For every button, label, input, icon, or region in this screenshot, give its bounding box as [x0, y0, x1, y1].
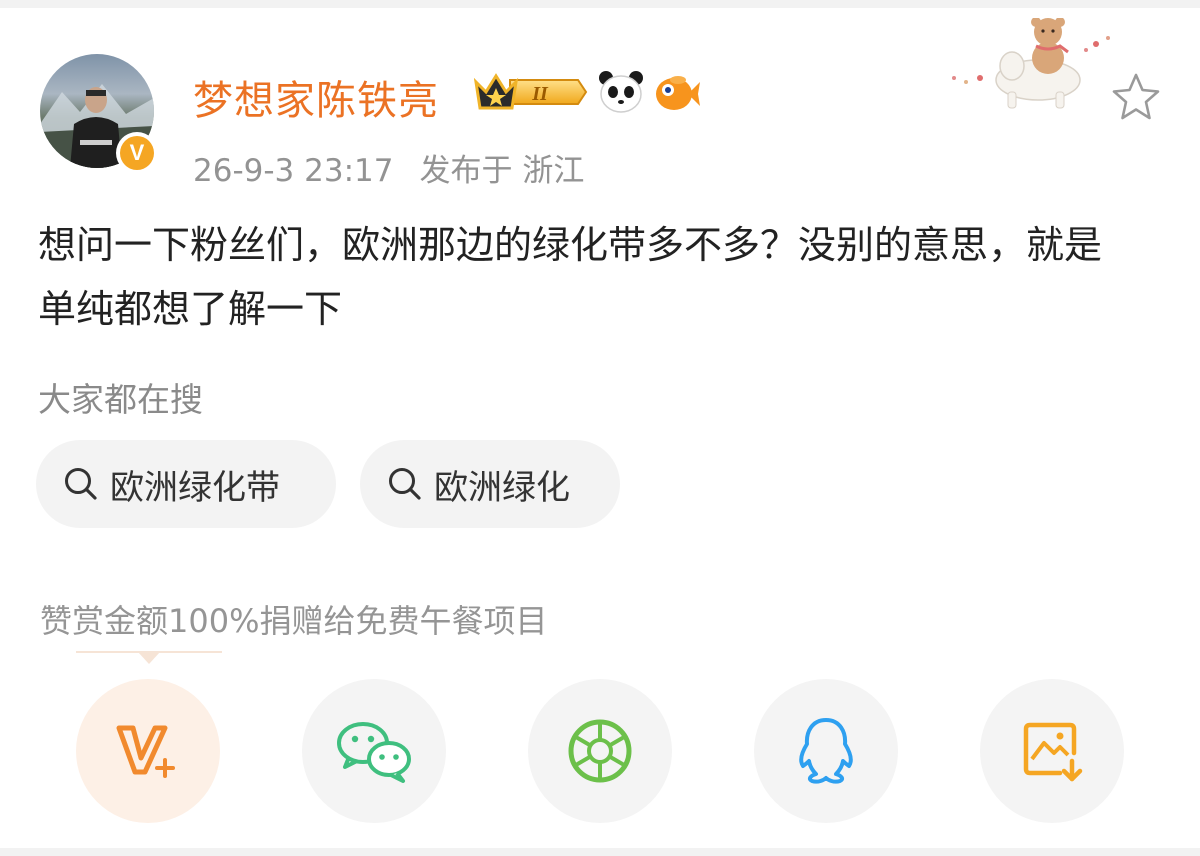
- username[interactable]: 梦想家陈铁亮: [193, 68, 439, 126]
- verified-icon: V: [116, 132, 158, 174]
- fish-emoji-icon: [656, 76, 700, 110]
- panda-emoji-icon: [599, 71, 643, 113]
- donation-tooltip-pointer: [138, 652, 160, 664]
- save-image-icon: [1023, 722, 1083, 782]
- search-icon: [389, 468, 421, 500]
- reward-button[interactable]: [76, 679, 220, 823]
- timestamp: 26-9-3 23:17: [193, 153, 394, 189]
- moments-icon: [568, 719, 632, 783]
- chip-label: 欧洲绿化: [434, 467, 570, 508]
- save-image-button[interactable]: [980, 679, 1124, 823]
- crown-badge-icon[interactable]: II: [474, 70, 588, 114]
- share-qq-button[interactable]: [754, 679, 898, 823]
- qq-icon: [799, 718, 853, 784]
- wechat-icon: [337, 722, 411, 783]
- share-moments-button[interactable]: [528, 679, 672, 823]
- star-icon[interactable]: [1110, 72, 1162, 122]
- v-plus-reward-icon: [116, 725, 175, 778]
- post-card: V 梦想家陈铁亮 II 26-9-3 23:17 发布于 浙江 想问一下粉丝们，…: [0, 8, 1200, 848]
- search-section-label: 大家都在搜: [38, 380, 203, 419]
- search-chip-europe-greening[interactable]: 欧洲绿化: [360, 440, 620, 528]
- search-chip-europe-greenbelt[interactable]: 欧洲绿化带: [36, 440, 336, 528]
- teddy-bear-decoration: [952, 18, 1110, 109]
- level-badge-text: II: [531, 83, 549, 105]
- post-meta: 26-9-3 23:17 发布于 浙江: [193, 145, 584, 190]
- donation-note: 赞赏金额100%捐赠给免费午餐项目: [40, 602, 548, 640]
- chip-label: 欧洲绿化带: [110, 467, 280, 508]
- search-icon: [65, 468, 97, 500]
- post-text: 想问一下粉丝们，欧洲那边的绿化带多不多？没别的意思，就是单纯都想了解一下: [38, 223, 1103, 331]
- location: 发布于 浙江: [419, 153, 585, 189]
- share-wechat-button[interactable]: [302, 679, 446, 823]
